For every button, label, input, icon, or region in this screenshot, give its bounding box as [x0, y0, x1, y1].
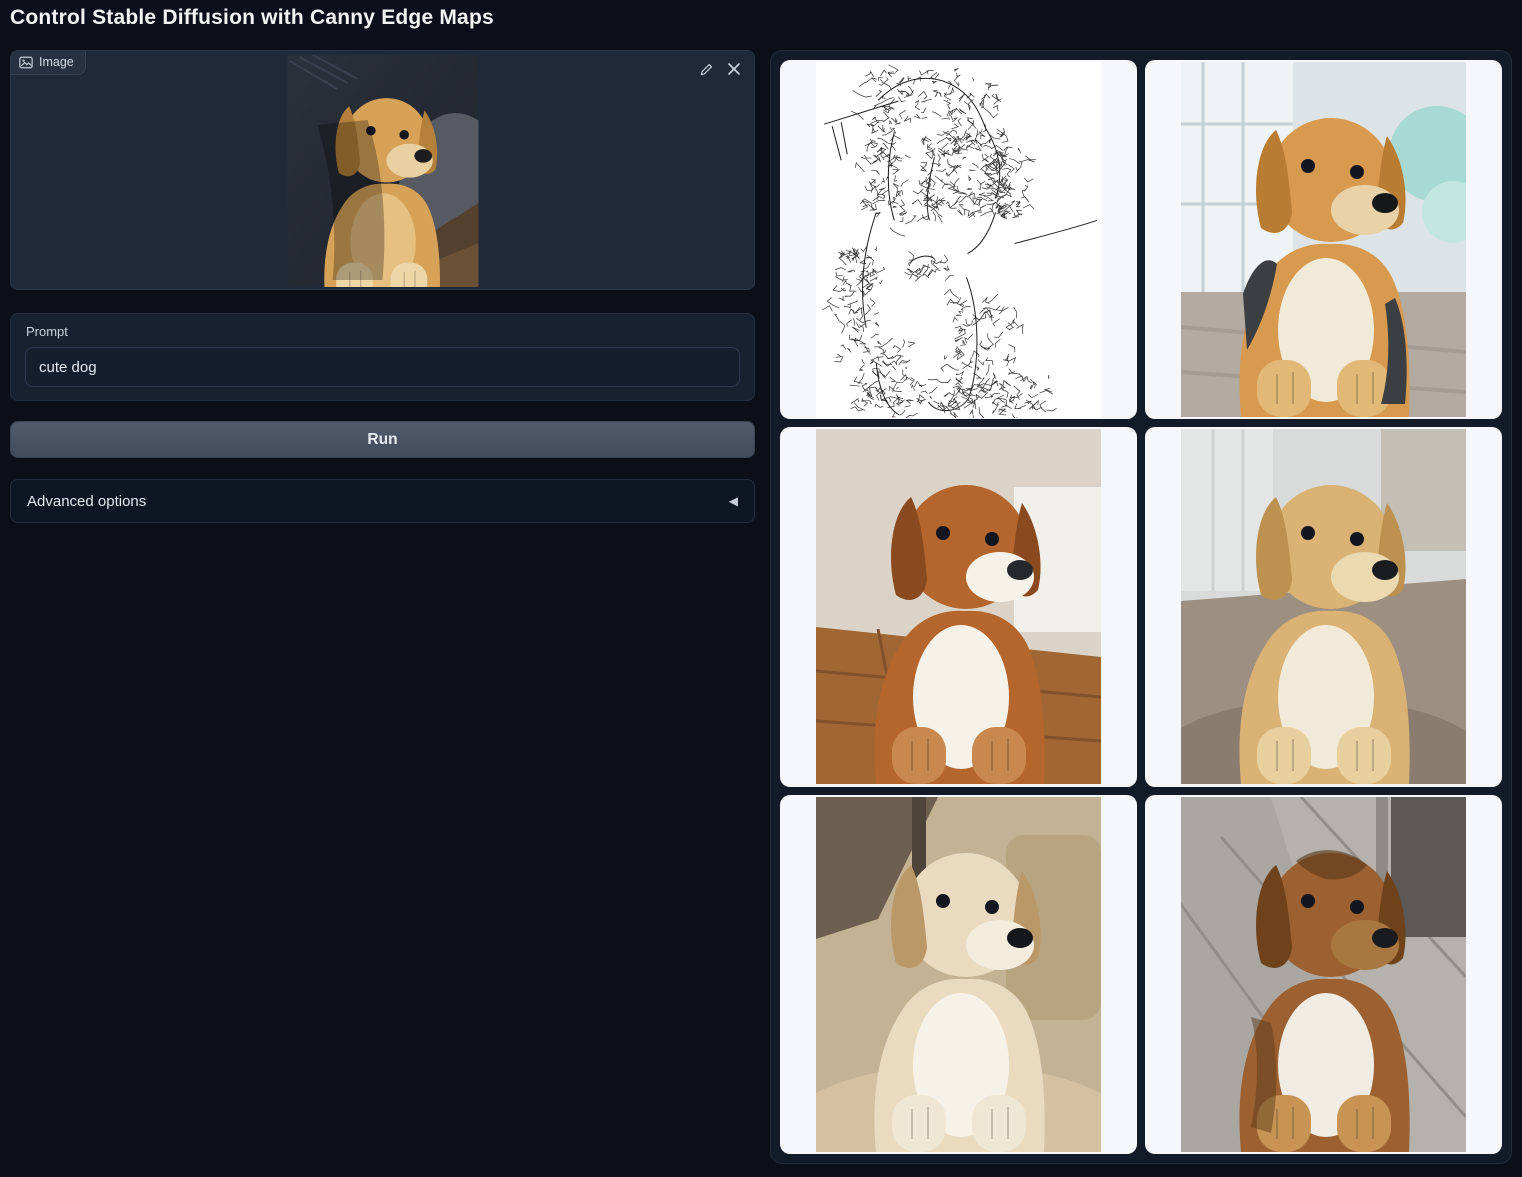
generated-image-3 [1181, 429, 1466, 784]
prompt-label: Prompt [26, 324, 68, 339]
image-icon [19, 56, 33, 69]
collapse-arrow-icon: ◀ [729, 494, 738, 508]
clear-image-button[interactable] [722, 58, 746, 80]
image-label-text: Image [39, 55, 74, 69]
generated-image-1 [1181, 62, 1466, 417]
image-actions [694, 58, 746, 80]
pencil-icon [699, 62, 714, 77]
input-image [287, 55, 478, 287]
close-icon [727, 62, 741, 76]
image-label: Image [11, 51, 86, 75]
run-button[interactable]: Run [10, 421, 755, 458]
page-title: Control Stable Diffusion with Canny Edge… [10, 6, 494, 30]
gallery-item-2[interactable] [780, 427, 1137, 786]
generated-image-4 [816, 797, 1101, 1152]
gallery-item-5[interactable] [1145, 795, 1502, 1154]
generated-image-2 [816, 429, 1101, 784]
gallery-item-4[interactable] [780, 795, 1137, 1154]
prompt-panel: Prompt [10, 313, 755, 401]
app: Control Stable Diffusion with Canny Edge… [0, 0, 1522, 1177]
edit-image-button[interactable] [694, 58, 718, 80]
generated-image-5 [1181, 797, 1466, 1152]
output-gallery [770, 50, 1512, 1164]
gallery-item-1[interactable] [1145, 60, 1502, 419]
canny-edge-map-image [809, 62, 1109, 418]
prompt-input[interactable] [25, 347, 740, 387]
gallery-item-canny[interactable] [780, 60, 1137, 419]
advanced-options-label: Advanced options [27, 493, 146, 510]
advanced-options-accordion[interactable]: Advanced options ◀ [10, 479, 755, 523]
gallery-item-3[interactable] [1145, 427, 1502, 786]
input-image-panel[interactable]: Image [10, 50, 755, 290]
